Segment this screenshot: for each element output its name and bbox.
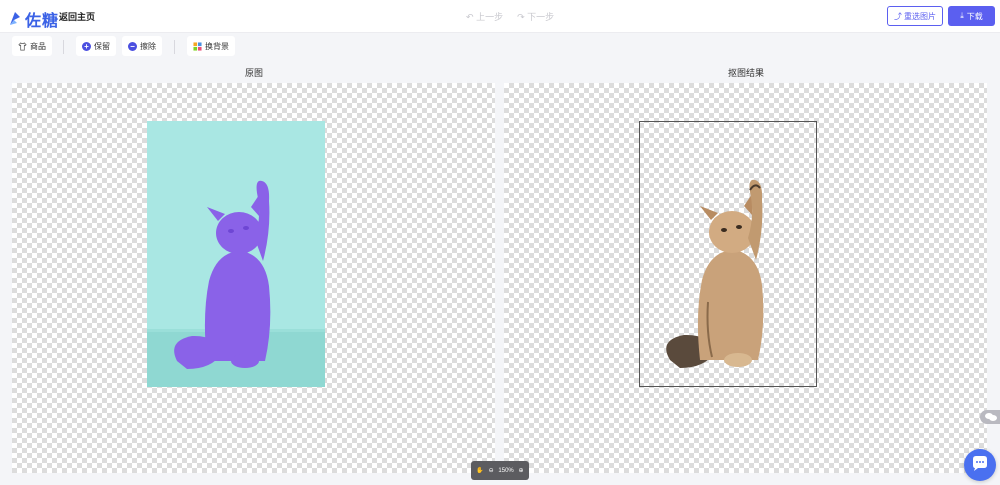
reselect-image-button[interactable]: ⤴ 重选图片 (887, 6, 943, 26)
original-photo (147, 121, 325, 387)
original-canvas[interactable] (12, 83, 495, 473)
palette-icon (193, 41, 202, 51)
toolbar-divider (63, 40, 64, 54)
message-icon (973, 456, 987, 471)
logo[interactable]: 佐糖 (8, 7, 59, 31)
change-background-button[interactable]: 换背景 (187, 36, 235, 56)
result-panel-title: 抠图结果 (728, 68, 765, 78)
undo-icon: ↶ (466, 12, 474, 22)
hand-icon[interactable]: ✋ (476, 467, 483, 474)
undo-button[interactable]: ↶ 上一步 (466, 10, 503, 23)
zoom-control: ✋ ⊖ 150% ⊕ (471, 461, 529, 480)
zoom-level: 150% (498, 467, 514, 474)
cutout-bounding-box (639, 121, 817, 387)
original-panel-title: 原图 (245, 68, 264, 78)
erase-brush-button[interactable]: − 擦除 (122, 36, 162, 56)
download-button[interactable]: ⤓ 下载 (948, 6, 995, 26)
shirt-icon (18, 41, 27, 50)
edit-toolbar: 商品 + 保留 − 擦除 换背景 (0, 33, 1000, 61)
plus-circle-icon: + (82, 41, 91, 51)
upload-icon: ⤴ (894, 11, 902, 21)
customer-service-button[interactable] (964, 449, 996, 481)
toolbar-divider (174, 40, 175, 54)
redo-button[interactable]: ↷ 下一步 (517, 10, 554, 23)
cat-cutout-image (666, 179, 764, 368)
chat-bubble-icon (985, 413, 997, 421)
logo-icon (10, 12, 20, 25)
keep-brush-button[interactable]: + 保留 (76, 36, 116, 56)
result-canvas[interactable] (504, 83, 987, 473)
redo-icon: ↷ (517, 12, 525, 22)
home-link[interactable]: 返回主页 (59, 10, 95, 23)
cat-original-image (147, 121, 325, 387)
zoom-in-icon[interactable]: ⊕ (519, 467, 524, 474)
history-controls: ↶ 上一步 ↷ 下一步 (466, 10, 554, 23)
logo-text: 佐糖 (25, 13, 60, 30)
product-mode-button[interactable]: 商品 (12, 36, 52, 56)
minus-circle-icon: − (128, 41, 137, 51)
top-header: 佐糖 返回主页 ↶ 上一步 ↷ 下一步 ⤴ 重选图片 ⤓ 下载 (0, 0, 1000, 33)
download-icon: ⤓ (960, 11, 964, 20)
wechat-side-tab[interactable] (980, 410, 1000, 424)
zoom-out-icon[interactable]: ⊖ (489, 467, 494, 474)
